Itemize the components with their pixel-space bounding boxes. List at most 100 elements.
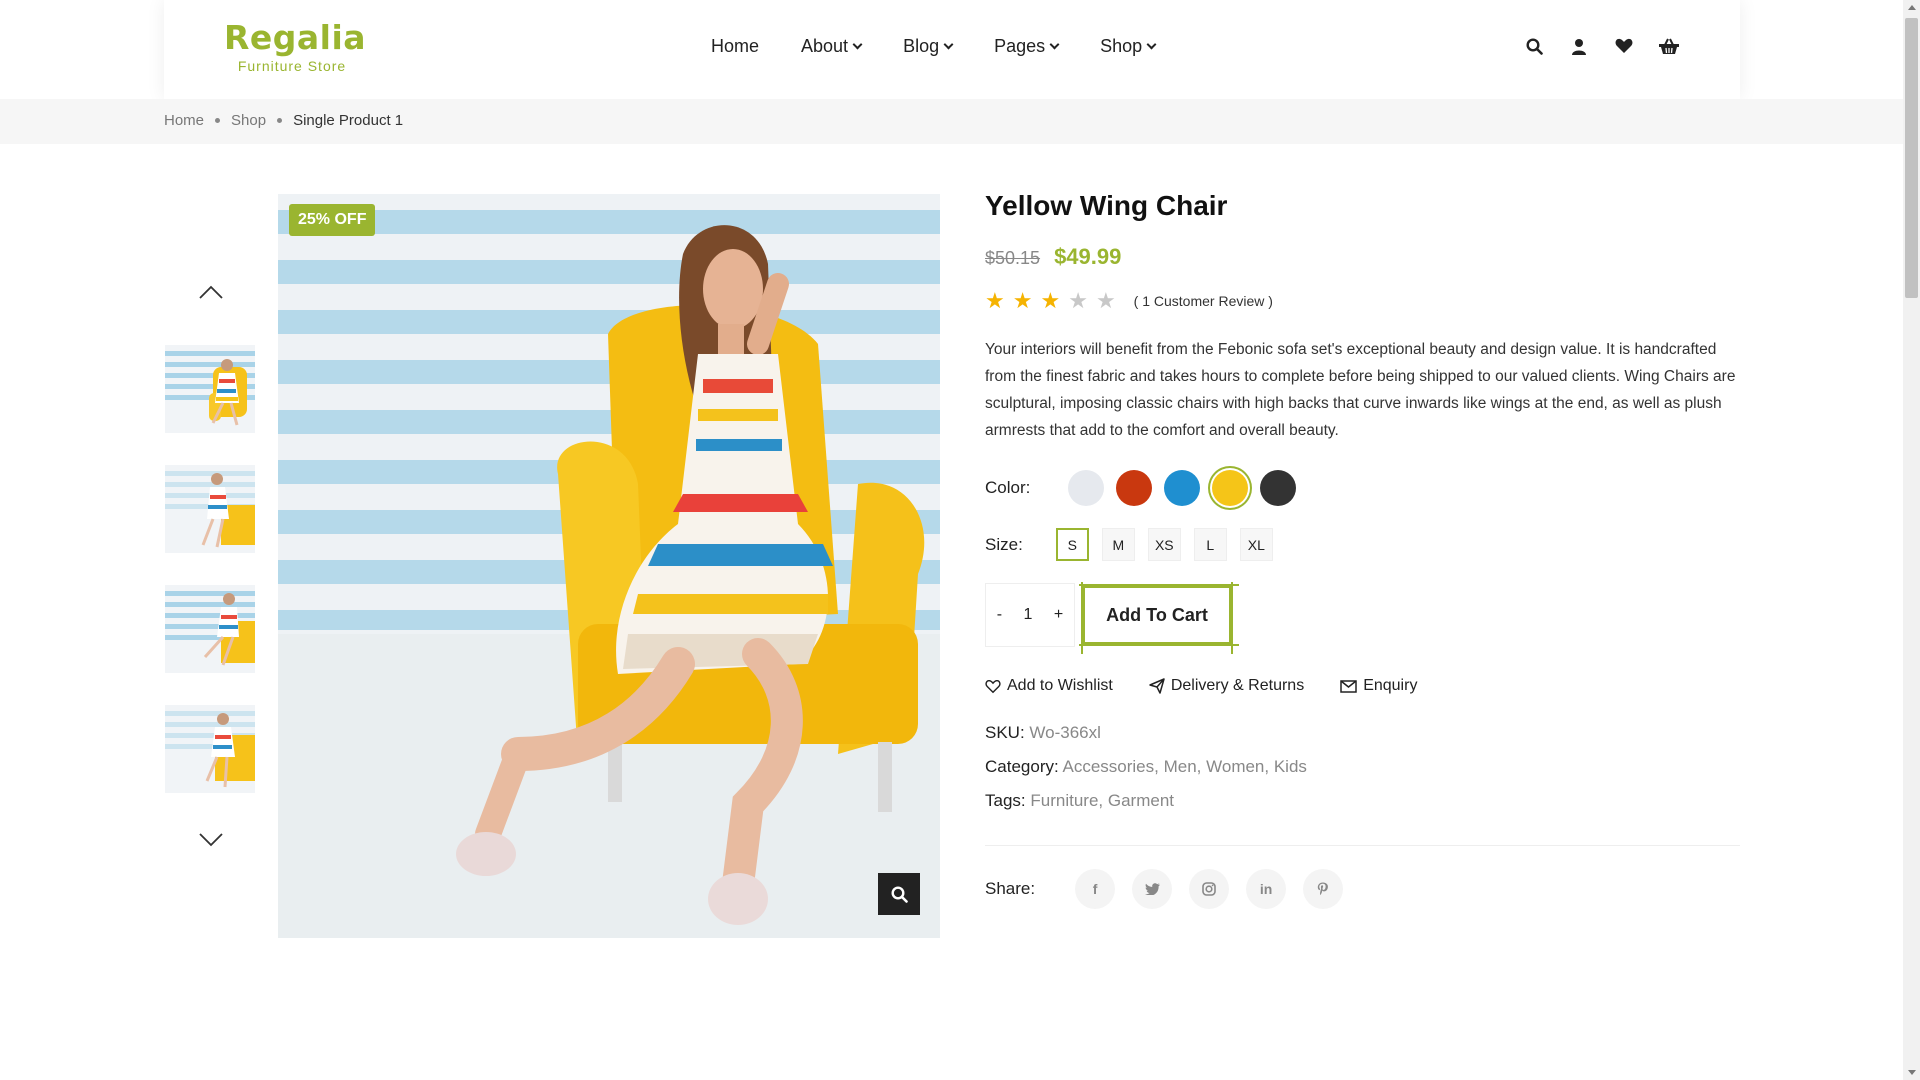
discount-badge: 25% OFF	[289, 204, 376, 236]
nav-label: About	[801, 36, 849, 56]
nav-item-home[interactable]: Home	[711, 36, 759, 57]
nav-label: Shop	[1100, 36, 1143, 56]
nav-label: Home	[711, 36, 760, 56]
share-label: Share:	[985, 879, 1036, 898]
envelope-icon	[1340, 679, 1357, 693]
category-row: Category: Accessories, Men, Women, Kids	[985, 757, 1740, 777]
wishlist-label: Add to Wishlist	[1007, 677, 1113, 694]
sku-value: Wo-366xl	[1029, 723, 1101, 742]
tag-link[interactable]: Furniture,	[1030, 791, 1107, 810]
product-info: Yellow Wing Chair $50.15 $49.99 ★ ★ ★ ★ ★ ( …	[985, 190, 1740, 909]
chevron-down-icon	[1049, 39, 1060, 50]
qty-value[interactable]: 1	[1024, 606, 1033, 624]
thumbnail-4[interactable]	[165, 705, 255, 793]
color-swatches	[1068, 470, 1297, 506]
logo-title: Regalia	[224, 18, 367, 57]
category-link[interactable]: Kids	[1274, 757, 1307, 776]
thumbnail-2[interactable]	[165, 465, 255, 553]
size-label: Size:	[985, 534, 1023, 554]
star-icon: ★	[1040, 288, 1061, 313]
thumbnail-1[interactable]	[165, 345, 255, 433]
color-swatch[interactable]	[1068, 470, 1105, 506]
category-link[interactable]: Men,	[1164, 757, 1207, 776]
site-header: Regalia Furniture Store Home About Blog …	[164, 0, 1740, 99]
color-swatch[interactable]	[1116, 470, 1153, 506]
twitter-icon[interactable]	[1132, 869, 1173, 909]
logo-subtitle: Furniture Store	[237, 58, 347, 74]
chevron-down-icon	[1146, 39, 1157, 50]
chevron-down-icon	[943, 39, 954, 50]
share-row: Share: f in	[985, 869, 1740, 909]
price-block: $50.15 $49.99	[985, 244, 1740, 270]
main-nav: Home About Blog Pages Shop	[711, 36, 1157, 57]
size-option[interactable]: M	[1101, 528, 1135, 561]
color-label: Color:	[985, 478, 1031, 497]
social-share-buttons: f in	[1075, 869, 1344, 909]
nav-item-shop[interactable]: Shop	[1100, 36, 1157, 57]
color-swatch[interactable]	[1212, 470, 1249, 506]
thumbnail-up-arrow-icon[interactable]	[199, 285, 223, 305]
star-icon: ★	[985, 288, 1005, 313]
qty-plus-button[interactable]: +	[1054, 606, 1063, 624]
breadcrumb-home[interactable]: Home	[164, 112, 204, 129]
product-description: Your interiors will benefit from the Feb…	[985, 341, 1736, 439]
scroll-thumb[interactable]	[1905, 18, 1918, 298]
heart-outline-icon	[985, 679, 1001, 693]
facebook-icon[interactable]: f	[1075, 869, 1116, 909]
star-icon: ★	[1012, 288, 1033, 313]
nav-item-about[interactable]: About	[801, 36, 863, 57]
search-icon[interactable]	[1524, 36, 1544, 56]
color-swatch[interactable]	[1164, 470, 1201, 506]
qty-minus-button[interactable]: -	[997, 606, 1002, 624]
breadcrumb-separator	[215, 118, 221, 123]
chevron-down-icon	[852, 39, 863, 50]
rating-stars: ★ ★ ★ ★ ★	[985, 290, 1116, 312]
nav-item-blog[interactable]: Blog	[903, 36, 954, 57]
star-icon: ★	[1095, 288, 1116, 313]
tag-list: Furniture, Garment	[1030, 791, 1174, 810]
category-list: Accessories, Men, Women, Kids	[1063, 757, 1307, 776]
zoom-icon[interactable]	[878, 873, 920, 915]
logo[interactable]: Regalia Furniture Store	[224, 18, 367, 75]
size-option[interactable]: XL	[1239, 528, 1273, 561]
color-swatch[interactable]	[1260, 470, 1297, 506]
size-option[interactable]: S	[1055, 528, 1089, 561]
enquiry-link[interactable]: Enquiry	[1340, 677, 1417, 695]
category-link[interactable]: Accessories,	[1063, 757, 1164, 776]
scroll-down-arrow-icon[interactable]	[1908, 1070, 1916, 1075]
review-count-link[interactable]: ( 1 Customer Review )	[1134, 293, 1273, 309]
breadcrumb: Home Shop Single Product 1	[164, 112, 403, 129]
add-to-cart-button[interactable]: Add To Cart	[1079, 582, 1239, 654]
add-to-wishlist-link[interactable]: Add to Wishlist	[985, 677, 1113, 695]
nav-item-pages[interactable]: Pages	[994, 36, 1060, 57]
basket-icon[interactable]	[1659, 36, 1679, 56]
paper-plane-icon	[1149, 678, 1165, 694]
thumbnail-down-arrow-icon[interactable]	[199, 833, 223, 853]
pinterest-icon[interactable]	[1303, 869, 1344, 909]
size-options: S M XS L XL	[1055, 528, 1273, 561]
product-actions: Add to Wishlist Delivery & Returns Enqui…	[985, 677, 1740, 695]
linkedin-icon[interactable]: in	[1246, 869, 1287, 909]
size-option[interactable]: L	[1193, 528, 1227, 561]
heart-icon[interactable]	[1614, 36, 1634, 56]
nav-label: Blog	[903, 36, 940, 56]
user-icon[interactable]	[1569, 36, 1589, 56]
instagram-icon[interactable]	[1189, 869, 1230, 909]
color-selector: Color:	[985, 470, 1740, 506]
main-product-image[interactable]	[278, 194, 940, 938]
product-title: Yellow Wing Chair	[985, 190, 1228, 221]
page-scrollbar[interactable]	[1903, 0, 1920, 1080]
size-option[interactable]: XS	[1147, 528, 1181, 561]
tag-link[interactable]: Garment	[1108, 791, 1174, 810]
delivery-returns-link[interactable]: Delivery & Returns	[1149, 677, 1304, 695]
quantity-stepper: - 1 +	[985, 583, 1075, 647]
star-icon: ★	[1068, 288, 1088, 313]
category-link[interactable]: Women,	[1206, 757, 1274, 776]
product-meta: SKU: Wo-366xl Category: Accessories, Men…	[985, 723, 1740, 811]
thumbnail-3[interactable]	[165, 585, 255, 673]
breadcrumb-current: Single Product 1	[293, 112, 404, 129]
scroll-up-arrow-icon[interactable]	[1908, 5, 1916, 10]
breadcrumb-separator	[277, 118, 283, 123]
breadcrumb-shop[interactable]: Shop	[231, 112, 266, 129]
button-decoration	[1079, 644, 1239, 646]
